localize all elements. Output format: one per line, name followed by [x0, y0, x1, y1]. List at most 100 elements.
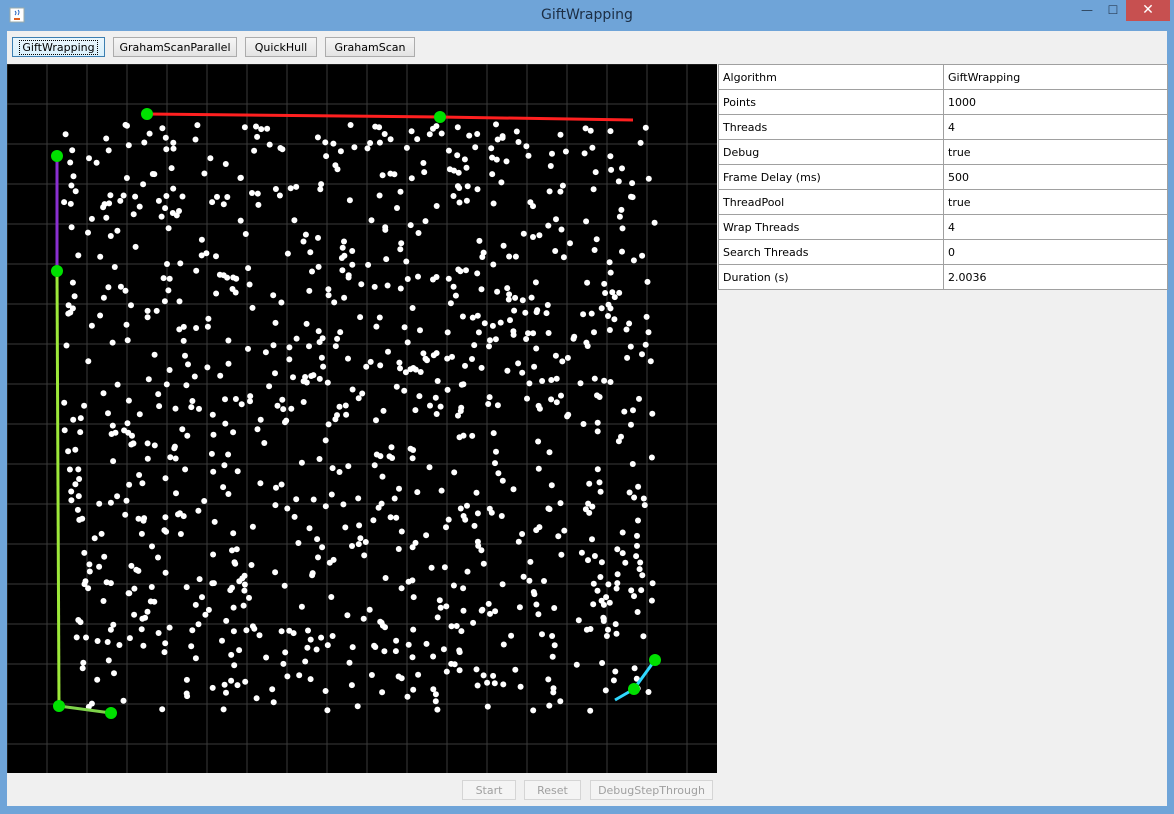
data-point: [561, 527, 568, 534]
table-row[interactable]: Wrap Threads 4: [718, 214, 1168, 240]
close-button[interactable]: ✕: [1126, 0, 1170, 21]
data-point: [229, 584, 235, 591]
data-point: [253, 695, 260, 702]
data-point: [510, 486, 517, 493]
table-row[interactable]: ThreadPool true: [718, 189, 1168, 215]
data-point: [393, 514, 400, 521]
reset-button[interactable]: Reset: [524, 780, 581, 800]
data-point: [491, 680, 498, 687]
data-point: [600, 601, 607, 608]
table-row[interactable]: Algorithm GiftWrapping: [718, 64, 1168, 90]
data-point: [125, 590, 132, 597]
data-point: [149, 543, 155, 550]
data-point: [396, 485, 402, 492]
properties-table[interactable]: Algorithm GiftWrapping Points 1000 Threads…: [718, 64, 1168, 290]
data-point: [492, 460, 498, 467]
quickhull-button[interactable]: QuickHull: [245, 37, 317, 57]
data-point: [591, 329, 597, 336]
data-point: [605, 626, 611, 633]
data-point: [633, 553, 640, 560]
data-point: [560, 254, 567, 261]
data-point: [376, 192, 383, 199]
title-bar[interactable]: GiftWrapping — ☐ ✕: [0, 0, 1174, 31]
data-point: [66, 466, 73, 473]
data-point: [167, 454, 174, 461]
data-point: [72, 481, 79, 488]
giftwrapping-button-label: GiftWrapping: [19, 40, 98, 55]
grahamscan-button[interactable]: GrahamScan: [325, 37, 415, 57]
data-point: [612, 668, 619, 675]
data-point: [341, 294, 348, 301]
data-point: [494, 288, 501, 295]
data-point: [96, 563, 103, 570]
data-point: [88, 322, 95, 329]
data-point: [639, 351, 645, 358]
table-row[interactable]: Points 1000: [718, 89, 1168, 115]
data-point: [249, 304, 256, 311]
data-point: [173, 490, 179, 497]
data-point: [205, 315, 212, 322]
data-point: [168, 165, 175, 172]
data-point: [132, 243, 139, 250]
data-point: [607, 379, 614, 385]
data-point: [351, 144, 358, 151]
data-point: [532, 279, 539, 286]
data-point: [549, 653, 556, 660]
data-point: [331, 299, 338, 306]
minimize-button[interactable]: —: [1074, 0, 1100, 21]
data-point: [230, 604, 237, 611]
data-point: [594, 392, 600, 399]
data-point: [548, 482, 555, 489]
data-point: [567, 240, 573, 247]
data-point: [507, 317, 513, 324]
data-point: [484, 679, 491, 686]
maximize-button[interactable]: ☐: [1100, 0, 1126, 21]
data-point: [310, 372, 317, 379]
data-point: [423, 640, 430, 647]
data-point: [608, 166, 615, 173]
data-point: [61, 399, 68, 406]
data-point: [93, 159, 100, 166]
start-button[interactable]: Start: [462, 780, 516, 800]
data-point: [70, 416, 77, 423]
data-point: [557, 698, 564, 705]
data-point: [612, 621, 619, 628]
data-point: [176, 298, 183, 305]
hull-canvas[interactable]: [7, 64, 717, 773]
table-row[interactable]: Duration (s) 2.0036: [718, 264, 1168, 290]
data-point: [642, 124, 649, 131]
giftwrapping-button[interactable]: GiftWrapping: [12, 37, 105, 57]
table-row[interactable]: Threads 4: [718, 114, 1168, 140]
debug-step-through-button[interactable]: DebugStepThrough: [590, 780, 713, 800]
data-point: [105, 284, 112, 291]
table-row[interactable]: Frame Delay (ms) 500: [718, 164, 1168, 190]
data-point: [228, 651, 235, 658]
data-point: [205, 606, 212, 613]
data-point: [234, 468, 241, 475]
data-point: [571, 333, 578, 340]
data-point: [498, 513, 505, 519]
data-point: [494, 136, 501, 143]
table-row[interactable]: Search Threads 0: [718, 239, 1168, 265]
data-point: [330, 140, 337, 147]
data-point: [615, 178, 622, 185]
data-point: [182, 352, 188, 359]
data-point: [613, 585, 620, 592]
data-point: [404, 276, 411, 282]
data-point: [224, 194, 231, 200]
data-point: [550, 685, 557, 692]
data-point: [598, 559, 605, 566]
data-point: [382, 575, 389, 581]
table-row[interactable]: Debug true: [718, 139, 1168, 165]
data-point: [587, 626, 594, 632]
data-point: [397, 246, 404, 253]
data-point: [445, 516, 452, 523]
data-point: [332, 162, 339, 169]
data-point: [274, 402, 281, 409]
data-point: [304, 644, 311, 651]
data-point: [448, 623, 455, 630]
data-point: [324, 707, 331, 714]
data-point: [494, 402, 501, 409]
data-point: [469, 356, 475, 362]
grahamscanparallel-button[interactable]: GrahamScanParallel: [113, 37, 237, 57]
